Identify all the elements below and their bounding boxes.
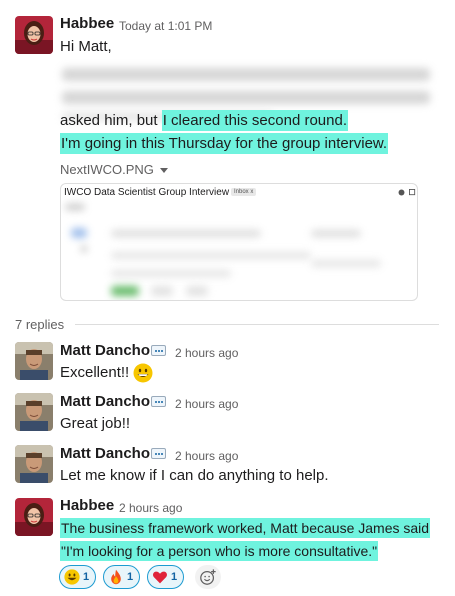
message-greeting: Hi Matt, [60, 38, 112, 55]
reply-text-line-1: The business framework worked, Matt beca… [60, 517, 431, 540]
reply-author[interactable]: Matt Dancho [60, 342, 150, 359]
reaction-count: 1 [127, 571, 134, 583]
reaction-grinning[interactable]: 1 [59, 565, 97, 589]
reply-text: Excellent!! [60, 362, 153, 384]
replies-count: 7 replies [15, 317, 65, 332]
chevron-down-icon[interactable] [160, 168, 168, 173]
highlighted-text: The business framework worked, Matt beca… [60, 518, 431, 538]
reply-text-line-2: "I'm looking for a person who is more co… [60, 540, 379, 563]
blurred-preview-content [311, 230, 361, 237]
reply-timestamp[interactable]: 2 hours ago [175, 346, 238, 360]
preview-inbox-tag: Inbox x [231, 188, 257, 196]
bot-badge-icon [151, 396, 166, 407]
reaction-heart[interactable]: 1 [147, 565, 185, 589]
print-icon [398, 189, 405, 196]
avatar-matt-dancho[interactable] [15, 342, 53, 380]
blurred-preview-content [111, 286, 139, 296]
reply-text-content: Excellent!! [60, 364, 130, 381]
bot-badge-icon [151, 345, 166, 356]
blurred-preview-content [111, 270, 231, 277]
avatar-matt-dancho[interactable] [15, 445, 53, 483]
blurred-preview-content [65, 204, 85, 210]
open-external-icon [409, 189, 416, 196]
reply-timestamp[interactable]: 2 hours ago [119, 501, 182, 515]
add-emoji-icon [200, 569, 216, 585]
reply-author[interactable]: Matt Dancho [60, 445, 150, 462]
blurred-preview-content [311, 260, 381, 267]
blurred-preview-content [186, 286, 208, 296]
reaction-fire[interactable]: 1 [103, 565, 141, 589]
message-line-4: I'm going in this Thursday for the group… [60, 133, 389, 155]
fire-emoji [111, 569, 121, 585]
grinning-face-emoji [64, 569, 80, 585]
reaction-count: 1 [171, 571, 178, 583]
blurred-preview-content [111, 252, 311, 259]
message-author[interactable]: Habbee [60, 15, 114, 32]
blurred-preview-content [151, 286, 173, 296]
blurred-preview-content [111, 230, 261, 237]
attachment-filename[interactable]: NextIWCO.PNG [60, 162, 154, 177]
reply-author[interactable]: Habbee [60, 497, 114, 514]
message-line-3: asked him, but I cleared this second rou… [60, 110, 348, 132]
redacted-text-line-1 [62, 68, 430, 81]
blurred-preview-content [81, 246, 87, 252]
reply-author[interactable]: Matt Dancho [60, 393, 150, 410]
reaction-count: 1 [83, 571, 90, 583]
red-heart-emoji [153, 571, 167, 584]
grinning-face-emoji [133, 363, 153, 383]
preview-title: IWCO Data Scientist Group Interview [64, 187, 230, 198]
attachment-image-preview[interactable]: IWCO Data Scientist Group Interview Inbo… [60, 183, 418, 301]
highlighted-text: I cleared this second round. [161, 110, 348, 131]
avatar-habbee[interactable] [15, 498, 53, 536]
redacted-text-line-2 [62, 91, 430, 104]
message-line-3-prefix: asked him, but [60, 112, 162, 129]
avatar-habbee[interactable] [15, 16, 53, 54]
replies-divider [75, 324, 439, 325]
reply-text: Great job!! [60, 415, 131, 432]
blurred-preview-content [71, 228, 87, 238]
highlighted-text: I'm going in this Thursday for the group… [60, 133, 389, 154]
avatar-matt-dancho[interactable] [15, 393, 53, 431]
add-reaction-button[interactable] [195, 565, 221, 589]
reply-timestamp[interactable]: 2 hours ago [175, 397, 238, 411]
message-timestamp[interactable]: Today at 1:01 PM [119, 19, 212, 33]
reply-text: Let me know if I can do anything to help… [60, 467, 329, 484]
reply-timestamp[interactable]: 2 hours ago [175, 449, 238, 463]
bot-badge-icon [151, 448, 166, 459]
highlighted-text: "I'm looking for a person who is more co… [60, 541, 379, 561]
